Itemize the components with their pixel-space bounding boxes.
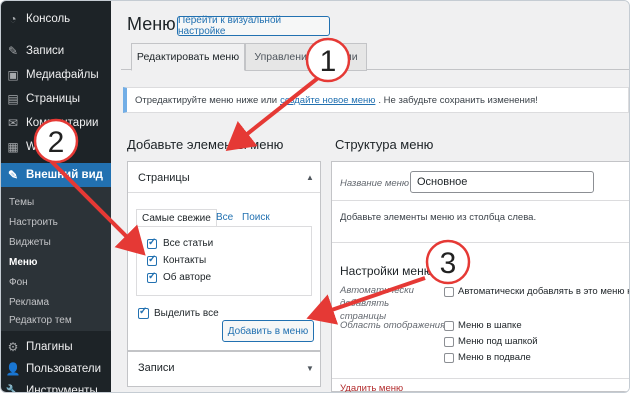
- sidebar-item-wpforms[interactable]: ▦ WPForms: [1, 135, 111, 159]
- submenu-item-ads[interactable]: Реклама: [9, 297, 49, 308]
- tab-most-recent[interactable]: Самые свежие: [136, 209, 217, 227]
- submenu-item-background[interactable]: Фон: [9, 277, 28, 288]
- sidebar-item-label: Записи: [26, 45, 65, 57]
- checkbox-about-author[interactable]: [147, 271, 157, 283]
- sidebar-item-users[interactable]: 👤 Пользователи: [1, 357, 111, 381]
- menu-settings-heading: Настройки меню: [340, 264, 433, 278]
- sidebar-item-label: Комментарии: [26, 117, 99, 129]
- sidebar-item-comments[interactable]: ✉ Комментарии: [1, 111, 111, 135]
- page-title: Меню: [127, 14, 176, 34]
- tab-view-all[interactable]: Все: [216, 212, 233, 223]
- checkbox-header-menu[interactable]: [444, 321, 454, 331]
- users-icon: 👤: [5, 362, 21, 376]
- posts-panel-title[interactable]: Записи: [138, 362, 175, 374]
- plugins-icon: ⚙: [7, 340, 19, 354]
- checkbox-under-header-menu[interactable]: [444, 337, 454, 347]
- location-label: Меню в шапке: [458, 320, 522, 331]
- pages-icon: ▤: [7, 92, 19, 106]
- pages-panel-title[interactable]: Страницы: [138, 172, 190, 184]
- notice-text-end: . Не забудьте сохранить изменения!: [378, 94, 538, 106]
- panel-divider: [332, 242, 629, 243]
- tab-search[interactable]: Поиск: [242, 212, 270, 223]
- menu-structure-panel: Название меню Основное Добавьте элементы…: [331, 161, 630, 392]
- sidebar-item-media[interactable]: ▣ Медиафайлы: [1, 63, 111, 87]
- panel-divider: [332, 378, 629, 379]
- dashboard-icon: ◔: [9, 12, 17, 26]
- notice-bar: Отредактируйте меню ниже или создайте но…: [123, 87, 629, 113]
- create-menu-link[interactable]: создайте новое меню: [280, 95, 375, 106]
- pages-panel: Страницы ▲ Самые свежие Все Поиск Все ст…: [127, 161, 321, 351]
- checkbox-auto-add[interactable]: [444, 287, 454, 297]
- collapse-arrow-icon[interactable]: ▲: [306, 173, 314, 182]
- submenu-item-themes[interactable]: Темы: [9, 197, 34, 208]
- submenu-item-widgets[interactable]: Виджеты: [9, 237, 51, 248]
- location-label: Меню в подвале: [458, 352, 531, 363]
- appearance-icon: ✎: [7, 168, 19, 182]
- main-content: Меню Перейти к визуальной настройке Реда…: [111, 1, 629, 392]
- sidebar-item-label: Медиафайлы: [26, 69, 99, 81]
- tab-edit-menus[interactable]: Редактировать меню: [131, 43, 245, 71]
- sidebar-item-tools[interactable]: 🔧 Инструменты: [1, 379, 111, 393]
- media-icon: ▣: [7, 68, 19, 82]
- location-label: Меню под шапкой: [458, 336, 538, 347]
- sidebar-item-console[interactable]: ◔ Консоль: [1, 7, 111, 31]
- appearance-submenu: Темы Настроить Виджеты Меню Фон Реклама …: [1, 187, 111, 331]
- sidebar-item-label: Пользователи: [26, 363, 102, 375]
- tab-manage-locations[interactable]: Управление местами: [245, 43, 367, 71]
- sidebar-item-label: Страницы: [26, 93, 80, 105]
- sidebar-item-appearance[interactable]: ✎ Внешний вид: [1, 163, 111, 187]
- expand-arrow-icon[interactable]: ▼: [306, 364, 314, 373]
- checkbox-contacts[interactable]: [147, 254, 157, 266]
- auto-add-text: Автоматически добавлять в это меню но: [458, 286, 630, 297]
- posts-panel: Записи ▼: [127, 351, 321, 387]
- menu-hint: Добавьте элементы меню из столбца слева.: [340, 212, 537, 223]
- checkbox-select-all[interactable]: [138, 306, 149, 319]
- checkbox-footer-menu[interactable]: [444, 353, 454, 363]
- delete-menu-link[interactable]: Удалить меню: [340, 383, 403, 392]
- comments-icon: ✉: [7, 116, 19, 130]
- tools-icon: 🔧: [5, 384, 21, 393]
- sidebar-item-label: Плагины: [26, 341, 73, 353]
- menu-name-label: Название меню: [340, 178, 409, 189]
- pages-list: Все статьи Контакты Об авторе: [136, 226, 312, 296]
- sidebar-item-posts[interactable]: ✎ Записи: [1, 39, 111, 63]
- menu-name-input[interactable]: Основное: [410, 171, 594, 193]
- customize-button[interactable]: Перейти к визуальной настройке: [177, 15, 330, 37]
- sidebar-item-plugins[interactable]: ⚙ Плагины: [1, 335, 111, 359]
- item-label: Контакты: [163, 255, 207, 266]
- item-label: Об авторе: [163, 272, 212, 283]
- sidebar-item-label: Консоль: [26, 13, 71, 25]
- item-label: Все статьи: [163, 238, 214, 249]
- display-location-label: Область отображения: [340, 320, 446, 331]
- browser-frame: ◔ Консоль ✎ Записи ▣ Медиафайлы ▤ Страни…: [0, 0, 630, 393]
- admin-sidebar: ◔ Консоль ✎ Записи ▣ Медиафайлы ▤ Страни…: [1, 1, 111, 392]
- pin-icon: ✎: [7, 44, 19, 58]
- auto-add-label: Автоматически добавлять страницы: [340, 285, 414, 322]
- submenu-item-menus[interactable]: Меню: [9, 257, 37, 268]
- add-to-menu-button[interactable]: Добавить в меню: [222, 320, 314, 342]
- wpforms-icon: ▦: [7, 140, 19, 154]
- select-all-label: Выделить все: [154, 308, 219, 319]
- sidebar-item-label: Инструменты: [26, 385, 98, 393]
- sidebar-item-label: Внешний вид: [26, 169, 103, 181]
- panel-divider: [128, 192, 320, 193]
- panel-divider: [332, 200, 629, 201]
- sidebar-item-pages[interactable]: ▤ Страницы: [1, 87, 111, 111]
- submenu-item-theme-editor[interactable]: Редактор тем: [9, 315, 72, 326]
- add-items-heading: Добавьте элементы меню: [127, 137, 284, 152]
- menu-structure-heading: Структура меню: [335, 137, 434, 152]
- sidebar-item-label: WPForms: [26, 141, 78, 153]
- checkbox-all-posts[interactable]: [147, 237, 157, 249]
- submenu-item-customize[interactable]: Настроить: [9, 217, 58, 228]
- notice-text: Отредактируйте меню ниже или: [135, 94, 278, 106]
